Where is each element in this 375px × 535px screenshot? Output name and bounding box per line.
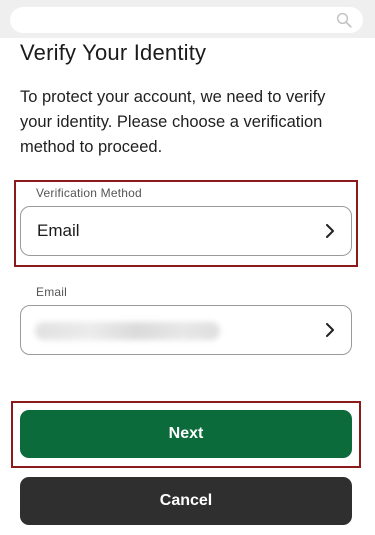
email-label: Email — [36, 285, 68, 299]
search-bar[interactable] — [10, 7, 363, 33]
chevron-right-icon — [326, 224, 334, 238]
page-title: Verify Your Identity — [20, 40, 207, 65]
chevron-right-icon — [326, 323, 334, 337]
redacted-email-value — [35, 322, 220, 340]
verification-method-value: Email — [37, 221, 80, 240]
cancel-button[interactable]: Cancel — [20, 477, 352, 525]
next-button[interactable]: Next — [20, 410, 352, 458]
page-description: To protect your account, we need to veri… — [20, 88, 326, 156]
verification-method-label: Verification Method — [36, 186, 142, 200]
search-icon[interactable] — [335, 11, 353, 29]
verification-method-select[interactable]: Email — [20, 206, 352, 256]
email-select[interactable] — [20, 305, 352, 355]
top-bar — [0, 0, 375, 38]
